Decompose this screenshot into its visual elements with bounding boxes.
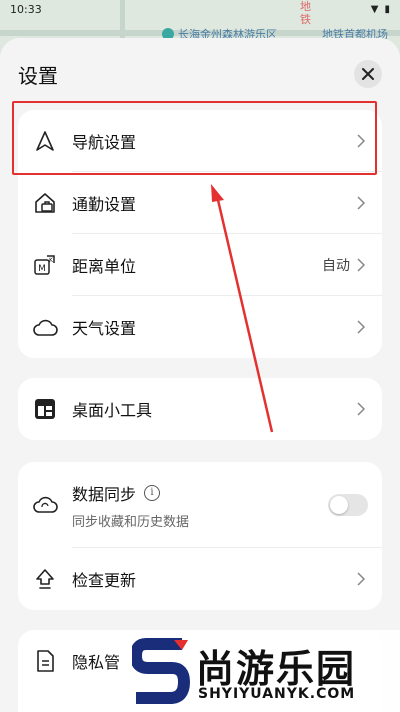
data-sync-text: 数据同步 i 同步收藏和历史数据 bbox=[72, 481, 328, 530]
data-sync-row: 数据同步 i 同步收藏和历史数据 bbox=[18, 462, 382, 548]
cloud-icon bbox=[32, 314, 58, 340]
check-update-label: 检查更新 bbox=[72, 571, 137, 590]
data-sync-sublabel: 同步收藏和历史数据 bbox=[72, 514, 190, 530]
close-button[interactable] bbox=[354, 60, 382, 88]
watermark: 尚游乐园 SHYIYUANYK.COM bbox=[122, 630, 400, 712]
distance-unit-row[interactable]: MK 距离单位 自动 bbox=[18, 234, 382, 296]
sheet-header: 设置 bbox=[18, 60, 382, 88]
cloud-sync-icon bbox=[32, 492, 58, 518]
info-icon[interactable]: i bbox=[144, 484, 161, 501]
update-icon bbox=[32, 566, 58, 592]
chevron-right-icon bbox=[354, 258, 368, 272]
settings-group-data: 数据同步 i 同步收藏和历史数据 检查更新 bbox=[18, 462, 382, 610]
distance-unit-label: 距离单位 bbox=[72, 257, 137, 276]
chevron-right-icon bbox=[354, 402, 368, 416]
status-time: 10:33 bbox=[10, 2, 42, 16]
data-sync-title: 数据同步 i bbox=[72, 481, 328, 505]
settings-group-widget: 桌面小工具 bbox=[18, 378, 382, 440]
widget-row[interactable]: 桌面小工具 bbox=[18, 378, 382, 440]
close-icon bbox=[362, 68, 374, 80]
watermark-cn: 尚游乐园 bbox=[196, 647, 357, 691]
chevron-right-icon bbox=[354, 134, 368, 148]
distance-unit-value: 自动 bbox=[322, 258, 350, 274]
watermark-en: SHYIYUANYK.COM bbox=[198, 686, 356, 702]
data-sync-toggle[interactable] bbox=[328, 494, 368, 516]
commute-settings-row[interactable]: 通勤设置 bbox=[18, 172, 382, 234]
data-sync-label: 数据同步 bbox=[72, 484, 137, 504]
commute-settings-label: 通勤设置 bbox=[72, 195, 137, 214]
chevron-right-icon bbox=[354, 572, 368, 586]
weather-settings-row[interactable]: 天气设置 bbox=[18, 296, 382, 358]
nav-settings-label: 导航设置 bbox=[72, 133, 137, 152]
chevron-right-icon bbox=[354, 320, 368, 334]
settings-group-main: 导航设置 通勤设置 MK 距离单位 自动 天气设置 bbox=[18, 110, 382, 358]
page-title: 设置 bbox=[18, 64, 58, 88]
commute-icon bbox=[32, 190, 58, 216]
status-bar: 10:33 ▼ ▮ bbox=[0, 0, 400, 18]
nav-settings-row[interactable]: 导航设置 bbox=[18, 110, 382, 172]
distance-unit-icon: MK bbox=[32, 252, 58, 278]
settings-sheet: 设置 导航设置 通勤设置 M K 距离单位 自动 天气设置 桌面小工具 数据同步… bbox=[0, 38, 400, 712]
svg-text:M: M bbox=[38, 264, 46, 274]
toggle-knob bbox=[330, 496, 348, 514]
chevron-right-icon bbox=[354, 196, 368, 210]
check-update-row[interactable]: 检查更新 bbox=[18, 548, 382, 610]
status-icons: ▼ ▮ bbox=[371, 4, 390, 15]
document-icon bbox=[32, 648, 58, 674]
navigation-arrow-icon bbox=[32, 128, 58, 154]
wifi-icon: ▼ bbox=[370, 3, 379, 15]
battery-icon: ▮ bbox=[384, 3, 390, 15]
watermark-logo-icon bbox=[132, 638, 190, 704]
weather-settings-label: 天气设置 bbox=[72, 319, 137, 338]
widget-label: 桌面小工具 bbox=[72, 401, 153, 420]
widget-icon bbox=[32, 396, 58, 422]
